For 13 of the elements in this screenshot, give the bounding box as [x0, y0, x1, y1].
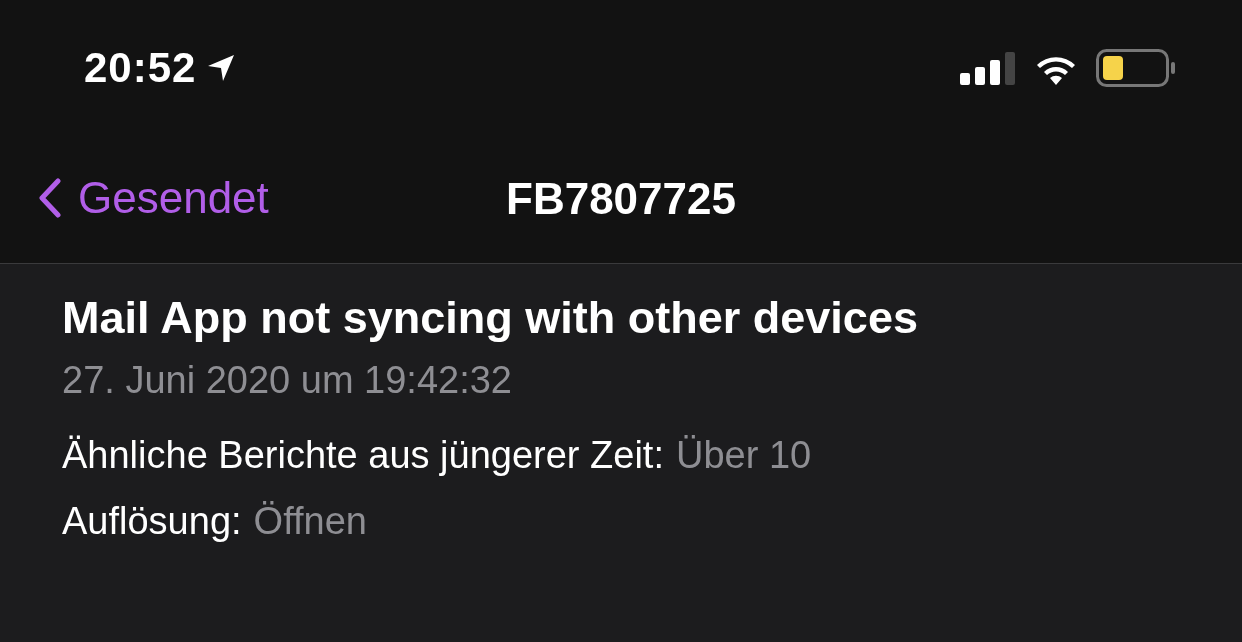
report-date: 27. Juni 2020 um 19:42:32: [62, 358, 513, 403]
battery-icon: [1096, 49, 1176, 87]
back-button[interactable]: Gesendet: [0, 173, 269, 223]
field-value: Öffnen: [253, 499, 367, 544]
report-title: Mail App not syncing with other devices: [62, 291, 919, 345]
chevron-left-icon: [38, 178, 62, 218]
field-value: Über 10: [676, 433, 812, 478]
location-arrow-icon: [206, 53, 237, 83]
field-label: Auflösung:: [62, 499, 242, 544]
nav-title: FB7807725: [506, 174, 736, 224]
signal-icon: [960, 51, 1016, 85]
status-time: 20:52: [84, 44, 197, 92]
field-label: Ähnliche Berichte aus jüngerer Zeit:: [62, 433, 664, 478]
